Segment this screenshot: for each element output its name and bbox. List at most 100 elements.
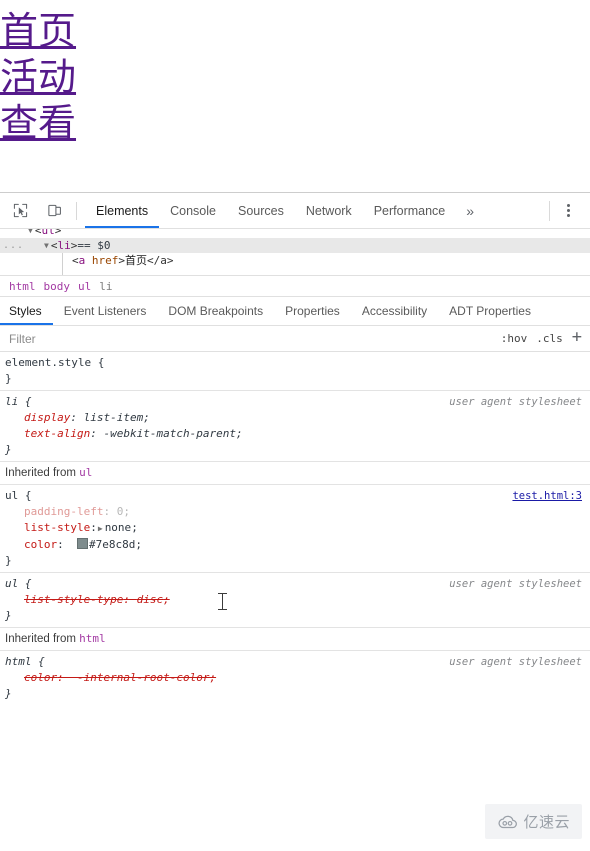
tab-properties[interactable]: Properties: [274, 297, 351, 325]
rule-header: ul { user agent stylesheet: [5, 576, 582, 592]
inherited-from-html: Inherited from html: [0, 628, 590, 651]
tab-accessibility[interactable]: Accessibility: [351, 297, 438, 325]
tab-event-listeners[interactable]: Event Listeners: [53, 297, 158, 325]
dom-punct-close: >: [54, 229, 62, 237]
style-rule-element-style[interactable]: element.style { }: [0, 352, 590, 391]
rule-selector[interactable]: element.style: [5, 355, 91, 371]
dom-attr-href: href: [91, 254, 119, 267]
breadcrumb-item-html[interactable]: html: [9, 280, 44, 293]
breadcrumb-item-ul[interactable]: ul: [78, 280, 99, 293]
dom-end-tag: </a>: [147, 254, 174, 267]
dom-row-anchor[interactable]: < a href > 首页 </a>: [0, 253, 590, 268]
declaration-property[interactable]: list-style-type: [24, 593, 123, 606]
tab-console[interactable]: Console: [159, 193, 227, 228]
toolbar-divider-right: [549, 200, 550, 221]
page-link-activity[interactable]: 活动: [0, 54, 78, 100]
page-link-view[interactable]: 查看: [0, 100, 78, 146]
device-toolbar-icon[interactable]: [40, 198, 68, 224]
dom-selected-marker: == $0: [77, 239, 111, 252]
tab-elements[interactable]: Elements: [85, 193, 160, 228]
tab-performance[interactable]: Performance: [363, 193, 457, 228]
declaration-property[interactable]: display: [24, 411, 70, 424]
expand-shorthand-icon[interactable]: ▶: [98, 521, 103, 537]
expand-triangle-icon[interactable]: ▼: [44, 238, 49, 253]
style-rule-html-user-agent[interactable]: html { user agent stylesheet color: -int…: [0, 651, 590, 705]
more-tabs-chevron-icon[interactable]: »: [456, 193, 484, 228]
dom-punct-open: <: [34, 229, 42, 237]
breadcrumb-item-li[interactable]: li: [99, 280, 120, 293]
color-swatch[interactable]: [77, 538, 88, 549]
dom-punct-open: <: [50, 239, 58, 252]
page-nav-list: 首页 活动 查看: [0, 8, 590, 146]
declaration-property[interactable]: color: [24, 538, 57, 551]
declaration-property[interactable]: color: [24, 671, 57, 684]
tab-dom-breakpoints[interactable]: DOM Breakpoints: [157, 297, 274, 325]
declaration-property[interactable]: padding-left: [24, 505, 103, 518]
rule-close-brace: }: [5, 609, 12, 622]
list-item: 查看: [0, 100, 590, 146]
rule-selector[interactable]: ul: [5, 488, 18, 504]
declaration-property[interactable]: text-align: [24, 427, 90, 440]
toolbar-right-group: [549, 193, 590, 228]
breadcrumb-item-body[interactable]: body: [44, 280, 79, 293]
dom-tag-name: ul: [41, 229, 55, 237]
dom-row-ellipsis[interactable]: ...: [3, 238, 24, 253]
declaration-list-style-type-overridden[interactable]: list-style-type: disc;: [0, 592, 590, 608]
devtools-main-toolbar: Elements Console Sources Network Perform…: [0, 193, 590, 229]
kebab-menu-icon[interactable]: [554, 198, 582, 224]
styles-filter-input[interactable]: [9, 331, 501, 346]
dom-punct-close: >: [118, 254, 125, 267]
rule-close-brace: }: [5, 372, 12, 385]
rule-close-brace: }: [5, 687, 12, 700]
declaration-property[interactable]: list-style: [24, 521, 90, 534]
list-item: 活动: [0, 54, 590, 100]
tab-sources[interactable]: Sources: [227, 193, 295, 228]
rule-close-brace: }: [5, 443, 12, 456]
rule-selector[interactable]: ul: [5, 576, 18, 592]
declaration-value[interactable]: -webkit-match-parent: [103, 427, 235, 440]
declaration-text-align[interactable]: text-align: -webkit-match-parent;: [0, 426, 590, 442]
rule-source-link[interactable]: test.html:3: [512, 488, 582, 504]
inspect-cursor-icon[interactable]: [6, 198, 34, 224]
inherited-element[interactable]: html: [79, 632, 106, 645]
declaration-color[interactable]: color: #7e8c8d;: [0, 537, 590, 553]
tab-styles[interactable]: Styles: [0, 297, 53, 325]
style-rule-ul-author[interactable]: ul { test.html:3 padding-left: 0; list-s…: [0, 485, 590, 573]
watermark: 亿速云: [485, 804, 582, 839]
declaration-color-overridden[interactable]: color: -internal-root-color;: [0, 670, 590, 686]
dom-tag-name: a: [78, 254, 86, 267]
rule-close-brace: }: [5, 554, 12, 567]
declaration-padding-left[interactable]: padding-left: 0;: [0, 504, 590, 520]
dom-row-li-selected[interactable]: ... ▼ < li > == $0: [0, 238, 590, 253]
inherited-label: Inherited from: [5, 633, 76, 645]
devtools-panel: Elements Console Sources Network Perform…: [0, 192, 590, 851]
devtools-panel-tabs: Elements Console Sources Network Perform…: [85, 193, 484, 228]
style-rule-ul-user-agent[interactable]: ul { user agent stylesheet list-style-ty…: [0, 573, 590, 628]
toggle-cls-button[interactable]: .cls: [536, 332, 563, 345]
toggle-hov-button[interactable]: :hov: [501, 332, 528, 345]
declaration-value[interactable]: none: [105, 521, 132, 534]
rule-selector[interactable]: li: [5, 394, 18, 410]
dom-tree[interactable]: ▼ < ul > ... ▼ < li > == $0 < a href > 首页 </a>: [0, 229, 590, 276]
declaration-list-style[interactable]: list-style:▶ none;: [0, 520, 590, 537]
style-rule-li-user-agent[interactable]: li { user agent stylesheet display: list…: [0, 391, 590, 462]
dom-row-ul[interactable]: ▼ < ul >: [0, 229, 590, 238]
rule-header: li { user agent stylesheet: [5, 394, 582, 410]
tab-network[interactable]: Network: [295, 193, 363, 228]
declaration-display[interactable]: display: list-item;: [0, 410, 590, 426]
rule-header: html { user agent stylesheet: [5, 654, 582, 670]
declaration-value[interactable]: -internal-root-color: [77, 671, 209, 684]
inherited-element[interactable]: ul: [79, 466, 92, 479]
rule-selector[interactable]: html: [5, 654, 32, 670]
page-viewport: 首页 活动 查看: [0, 0, 590, 192]
toolbar-divider: [76, 201, 77, 220]
expand-triangle-icon[interactable]: ▼: [28, 229, 33, 238]
tab-adt-properties[interactable]: ADT Properties: [438, 297, 542, 325]
declaration-value[interactable]: #7e8c8d: [89, 538, 135, 551]
styles-rules-pane[interactable]: element.style { } li { user agent styles…: [0, 352, 590, 851]
rule-header: ul { test.html:3: [5, 488, 582, 504]
declaration-value[interactable]: list-item: [84, 411, 144, 424]
page-link-home[interactable]: 首页: [0, 8, 78, 54]
declaration-value[interactable]: disc: [137, 593, 164, 606]
new-style-rule-button[interactable]: +: [572, 329, 582, 346]
